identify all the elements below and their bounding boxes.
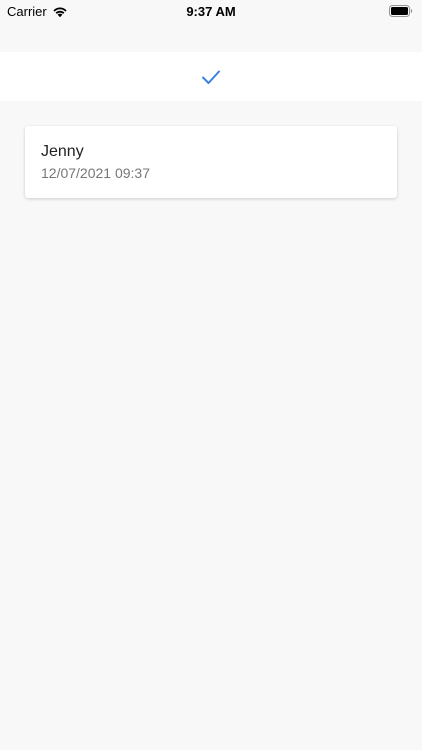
list-item[interactable]: Jenny 12/07/2021 09:37 bbox=[25, 126, 397, 198]
status-bar: Carrier 9:37 AM bbox=[0, 0, 422, 24]
top-bar bbox=[0, 52, 422, 101]
status-time: 9:37 AM bbox=[186, 4, 236, 19]
battery-icon bbox=[389, 5, 413, 17]
check-icon[interactable] bbox=[201, 69, 221, 85]
item-date: 12/07/2021 09:37 bbox=[41, 165, 150, 181]
item-name: Jenny bbox=[41, 143, 84, 160]
